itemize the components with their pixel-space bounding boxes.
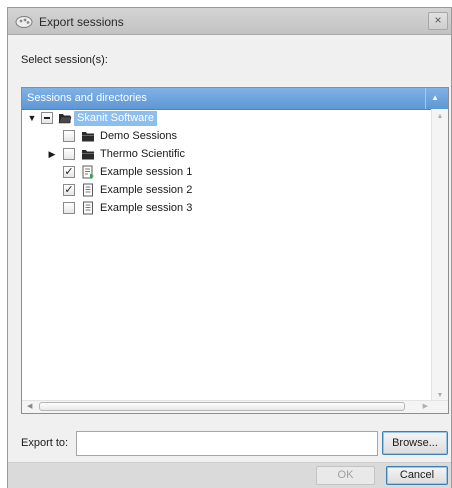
column-header[interactable]: Sessions and directories ▲ <box>22 88 448 110</box>
tree-node-demo-sessions[interactable]: Demo Sessions <box>22 128 422 145</box>
window-title: Export sessions <box>39 15 124 29</box>
export-sessions-dialog: Export sessions × Select session(s): Ses… <box>7 7 452 488</box>
tree-checkbox[interactable] <box>63 130 75 142</box>
sort-ascending-icon[interactable]: ▲ <box>431 93 439 102</box>
title-bar[interactable]: Export sessions × <box>8 8 451 35</box>
tree-node-label[interactable]: Example session 3 <box>100 202 192 214</box>
tree-node-label[interactable]: Skanit Software <box>74 111 158 126</box>
session-icon <box>83 201 93 215</box>
close-button[interactable]: × <box>428 12 448 30</box>
session-running-icon <box>82 165 94 179</box>
scroll-left-icon[interactable]: ◀ <box>27 402 32 410</box>
tree-checkbox[interactable] <box>63 148 75 160</box>
expand-arrow-icon[interactable]: ▶ <box>47 148 57 160</box>
scroll-right-icon[interactable]: ▶ <box>423 402 428 410</box>
horizontal-scrollbar[interactable]: ◀ ▶ <box>22 400 448 413</box>
collapse-arrow-icon[interactable]: ▼ <box>27 112 37 124</box>
tree-node-skanit-software[interactable]: ▼ Skanit Software <box>22 110 422 127</box>
tree-node-label[interactable]: Example session 2 <box>100 184 192 196</box>
browse-button[interactable]: Browse... <box>382 431 448 455</box>
tree-node-thermo-scientific[interactable]: ▶ Thermo Scientific <box>22 146 422 163</box>
column-header-label: Sessions and directories <box>27 92 147 104</box>
scroll-down-icon[interactable]: ▼ <box>432 392 448 399</box>
tree-checkbox[interactable]: ✓ <box>63 184 75 196</box>
sessions-tree-panel: Sessions and directories ▲ ▼ Skanit Soft… <box>21 87 449 414</box>
session-icon <box>83 183 93 197</box>
tree-node-example-session-2[interactable]: ✓ Example session 2 <box>22 182 422 199</box>
tree-node-example-session-3[interactable]: Example session 3 <box>22 200 422 217</box>
tree-node-label[interactable]: Thermo Scientific <box>100 148 185 160</box>
folder-icon <box>82 132 94 142</box>
folder-open-icon <box>58 114 72 124</box>
ok-button[interactable]: OK <box>316 466 375 485</box>
tree-node-example-session-1[interactable]: ✓ Example session 1 <box>22 164 422 181</box>
tree-checkbox[interactable] <box>41 112 53 124</box>
app-logo-icon <box>15 16 33 28</box>
scroll-up-icon[interactable]: ▲ <box>432 113 448 120</box>
tree-checkbox[interactable] <box>63 202 75 214</box>
session-tree: ▼ Skanit Software Demo Sessions ▶ Thermo… <box>22 109 431 403</box>
vertical-scrollbar[interactable]: ▲ ▼ <box>431 109 448 403</box>
export-path-input[interactable] <box>76 431 378 456</box>
dialog-footer: OK Cancel <box>8 462 451 488</box>
tree-node-label[interactable]: Example session 1 <box>100 166 192 178</box>
folder-icon <box>82 150 94 160</box>
column-separator <box>425 88 426 109</box>
tree-checkbox[interactable]: ✓ <box>63 166 75 178</box>
export-to-label: Export to: <box>21 437 69 449</box>
cancel-button[interactable]: Cancel <box>386 466 448 485</box>
tree-node-label[interactable]: Demo Sessions <box>100 130 177 142</box>
scrollbar-thumb[interactable] <box>39 402 405 411</box>
select-sessions-label: Select session(s): <box>21 54 108 66</box>
